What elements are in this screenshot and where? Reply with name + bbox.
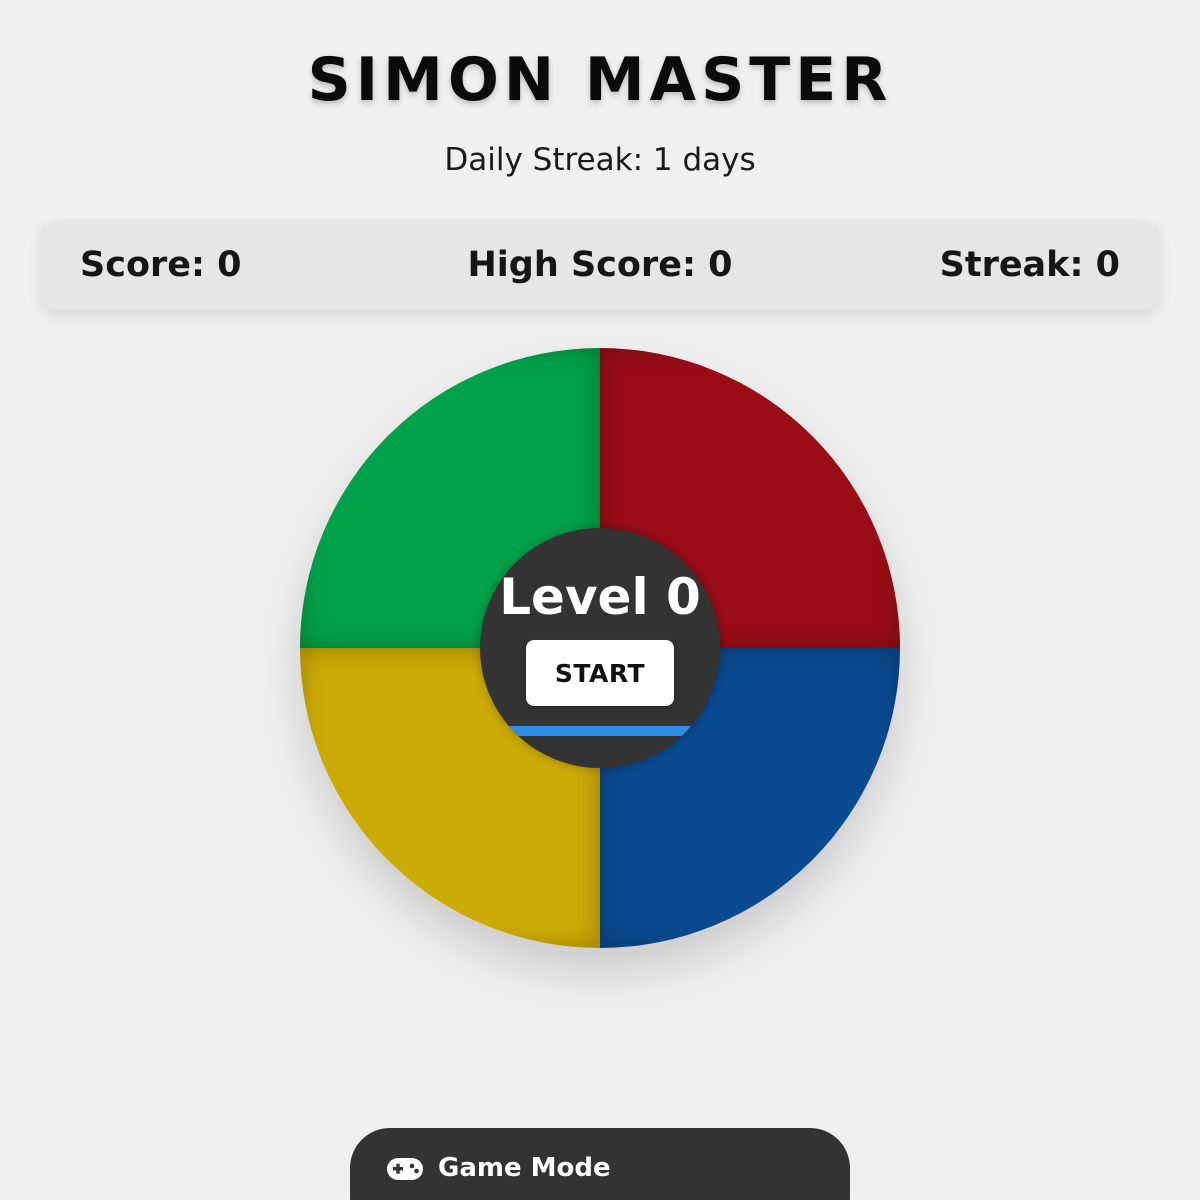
- start-button[interactable]: START: [526, 640, 674, 706]
- simon-game-page: SIMON MASTER Daily Streak: 1 days Score:…: [0, 0, 1200, 1200]
- gamepad-icon: [386, 1156, 424, 1182]
- game-mode-label: Game Mode: [438, 1153, 611, 1183]
- page-title: SIMON MASTER: [307, 45, 893, 115]
- streak-display: Streak: 0: [939, 245, 1120, 285]
- stats-bar: Score: 0 High Score: 0 Streak: 0: [40, 220, 1160, 310]
- game-board: Level 0 START: [300, 348, 900, 948]
- center-hub: Level 0 START: [480, 528, 720, 768]
- daily-streak: Daily Streak: 1 days: [444, 142, 756, 178]
- game-mode-button[interactable]: Game Mode: [350, 1128, 850, 1200]
- progress-bar: [480, 726, 720, 736]
- level-display: Level 0: [499, 568, 701, 626]
- board-pads: Level 0 START: [300, 348, 900, 948]
